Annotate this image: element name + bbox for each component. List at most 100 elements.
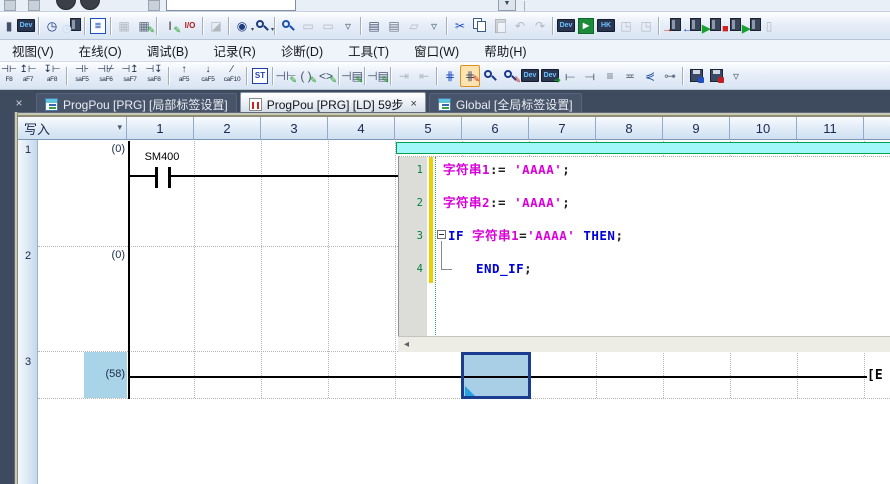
align-left-icon[interactable]: ≡ — [600, 65, 620, 87]
contact-symbol[interactable] — [168, 167, 171, 188]
parallel-contact-icon[interactable]: ⊣⊦saF5 — [70, 63, 94, 89]
device-find-ladder-icon[interactable]: Dev — [520, 65, 540, 87]
edit-contact-icon[interactable]: ⊣⊢✎ — [276, 65, 296, 87]
rung-delete-icon[interactable]: ∕caF10 — [220, 63, 244, 89]
stopwatch-icon[interactable]: ◷ — [42, 15, 62, 37]
copy-icon[interactable] — [470, 15, 490, 37]
monitor-stop-icon[interactable]: ■ — [722, 15, 742, 37]
intelligent-module-icon[interactable]: ▤ — [364, 15, 384, 37]
pou-prev-icon[interactable]: ⟝ — [560, 65, 580, 87]
undo-icon[interactable]: ↶ — [510, 15, 530, 37]
partial-toolbar-icon[interactable] — [148, 0, 160, 11]
inline-st-box[interactable]: 字符串1:= 'AAAA'; 字符串2:= 'AAAA'; IF 字符串1='AAA… — [398, 156, 890, 336]
edit-device-icon[interactable]: ⊣▤✎ — [368, 65, 388, 87]
fold-minus-icon[interactable] — [437, 230, 446, 239]
monitor-start-icon[interactable]: ▶ — [702, 15, 722, 37]
ladder-display-icon[interactable]: ⋕ — [440, 65, 460, 87]
statement-delete-icon[interactable]: ⇤ — [414, 65, 434, 87]
st-code-line[interactable]: 字符串1:= 'AAAA'; — [437, 162, 887, 180]
watch-monitor-icon[interactable]: ◷ — [62, 15, 82, 37]
st-code-line[interactable]: IF 字符串1='AAAA' THEN; — [437, 228, 887, 246]
toolbar-overflow-icon[interactable]: ▿ — [424, 15, 444, 37]
device-use-list-icon[interactable]: HK — [596, 15, 616, 37]
contact-rising-icon[interactable]: ↥⊢aF7 — [16, 63, 40, 89]
partial-toolbar-icon[interactable] — [28, 0, 40, 11]
ladder-canvas[interactable]: 1 2 3 (0) (0) (58) SM400 字符串1:= 'AAAA';字… — [18, 140, 890, 484]
edit-compare-icon[interactable]: <>✎ — [316, 65, 336, 87]
window-find-icon[interactable] — [278, 15, 298, 37]
clear-icon[interactable]: ◪ — [206, 15, 226, 37]
ladder-edit-icon[interactable]: ⋕✎ — [460, 65, 480, 87]
read-from-plc-icon[interactable]: ← — [682, 15, 702, 37]
parallel-rising-icon[interactable]: ⊣↥saF7 — [118, 63, 142, 89]
menu-item[interactable]: 工具(T) — [342, 39, 395, 62]
save-all-icon[interactable] — [706, 65, 726, 87]
redo-icon[interactable]: ↷ — [530, 15, 550, 37]
save-ladder-icon[interactable] — [686, 65, 706, 87]
partial-knob-icon[interactable] — [56, 0, 76, 10]
string-find-icon[interactable]: ▶ — [576, 15, 596, 37]
parallel-falling-icon[interactable]: ⊣↧saF8 — [142, 63, 166, 89]
scroll-left-icon[interactable]: ◂ — [404, 339, 409, 350]
contact-falling-icon[interactable]: ↧⊢aF8 — [40, 63, 64, 89]
inline-st-header-band[interactable] — [396, 142, 890, 154]
zoom-edit-icon[interactable]: ✎ — [500, 65, 520, 87]
contact-device-label[interactable]: SM400 — [139, 151, 185, 163]
device-search-icon[interactable]: Dev — [556, 15, 576, 37]
pou-next-icon[interactable]: ⟞ — [580, 65, 600, 87]
menu-item[interactable]: 调试(B) — [141, 39, 195, 62]
menu-item[interactable]: 记录(R) — [207, 39, 261, 62]
cross-reference-icon[interactable]: ⊶ — [660, 65, 680, 87]
contact-symbol[interactable] — [155, 167, 158, 188]
tab-close-icon[interactable]: × — [410, 98, 416, 110]
device-comment-edit-icon[interactable]: I✎ — [160, 15, 180, 37]
menu-item[interactable]: 帮助(H) — [478, 39, 532, 62]
device-memory-icon[interactable]: ▦ — [114, 15, 134, 37]
mode-dropdown-icon[interactable]: ▾ — [117, 122, 122, 133]
edit-label-icon[interactable]: ⊣▤✎ — [342, 65, 362, 87]
menu-item[interactable]: 窗口(W) — [408, 39, 465, 62]
watch-window-icon[interactable]: ◉▾ — [232, 15, 252, 37]
align-right-icon[interactable]: ≖ — [620, 65, 640, 87]
user-library-icon[interactable]: ▱ — [404, 15, 424, 37]
inline-st-box-icon[interactable]: ST — [250, 65, 270, 87]
close-pane-icon[interactable]: × — [8, 96, 30, 110]
end-instruction[interactable]: [E — [867, 368, 883, 383]
write-to-plc-icon[interactable]: → — [662, 15, 682, 37]
list-jump-icon[interactable]: ⋞ — [640, 65, 660, 87]
zoom-find-icon[interactable] — [480, 65, 500, 87]
toolbar-overflow-icon[interactable]: ▿ — [726, 65, 746, 87]
io-assignment-icon[interactable]: I/O — [180, 15, 200, 37]
st-horizontal-scrollbar[interactable]: ◂ — [398, 336, 890, 352]
st-code-line[interactable]: 字符串2:= 'AAAA'; — [437, 195, 887, 213]
device-find-icon[interactable]: ▾ — [252, 15, 272, 37]
plc-unit-icon[interactable]: ▮ — [2, 15, 16, 37]
partial-toolbar-icon[interactable] — [4, 0, 16, 11]
zoom-combo-input[interactable] — [166, 0, 296, 11]
device-monitor-icon[interactable]: Dev — [16, 15, 36, 37]
toolbar-overflow-icon[interactable]: ▿ — [338, 15, 358, 37]
paste-icon[interactable] — [490, 15, 510, 37]
vertical-line-delete-icon[interactable]: ↓caF5 — [196, 63, 220, 89]
cross-ref-next-icon[interactable]: ◳ — [636, 15, 656, 37]
contact-open-icon[interactable]: ⊣⊢F8 — [2, 63, 16, 89]
cut-icon[interactable]: ✂ — [450, 15, 470, 37]
dropdown-button[interactable]: ▼ — [498, 0, 516, 11]
module-parameter-list-icon[interactable]: ≣ — [88, 15, 108, 37]
menu-item[interactable]: 诊断(D) — [275, 39, 329, 62]
module-list-icon[interactable]: ▤ — [384, 15, 404, 37]
docked-panel-edge[interactable] — [0, 115, 14, 484]
parallel-contact-closed-icon[interactable]: ⊣⊬saF6 — [94, 63, 118, 89]
window-next-icon[interactable]: ▭ — [318, 15, 338, 37]
edge-cut-icon[interactable]: ▯ — [762, 15, 776, 37]
monitor-write-icon[interactable]: ▶ — [742, 15, 762, 37]
device-memory-edit-icon[interactable]: ▦✎ — [134, 15, 154, 37]
edit-coil-icon[interactable]: ( )✎ — [296, 65, 316, 87]
statement-insert-icon[interactable]: ⇥ — [394, 65, 414, 87]
menu-item[interactable]: 视图(V) — [6, 39, 60, 62]
menu-item[interactable]: 在线(O) — [73, 39, 128, 62]
st-code-line[interactable]: END_IF; — [437, 261, 887, 279]
device-jump-icon[interactable]: Dev➜ — [540, 65, 560, 87]
vertical-line-draw-icon[interactable]: ↑aF5 — [172, 63, 196, 89]
partial-knob-icon[interactable] — [80, 0, 100, 10]
